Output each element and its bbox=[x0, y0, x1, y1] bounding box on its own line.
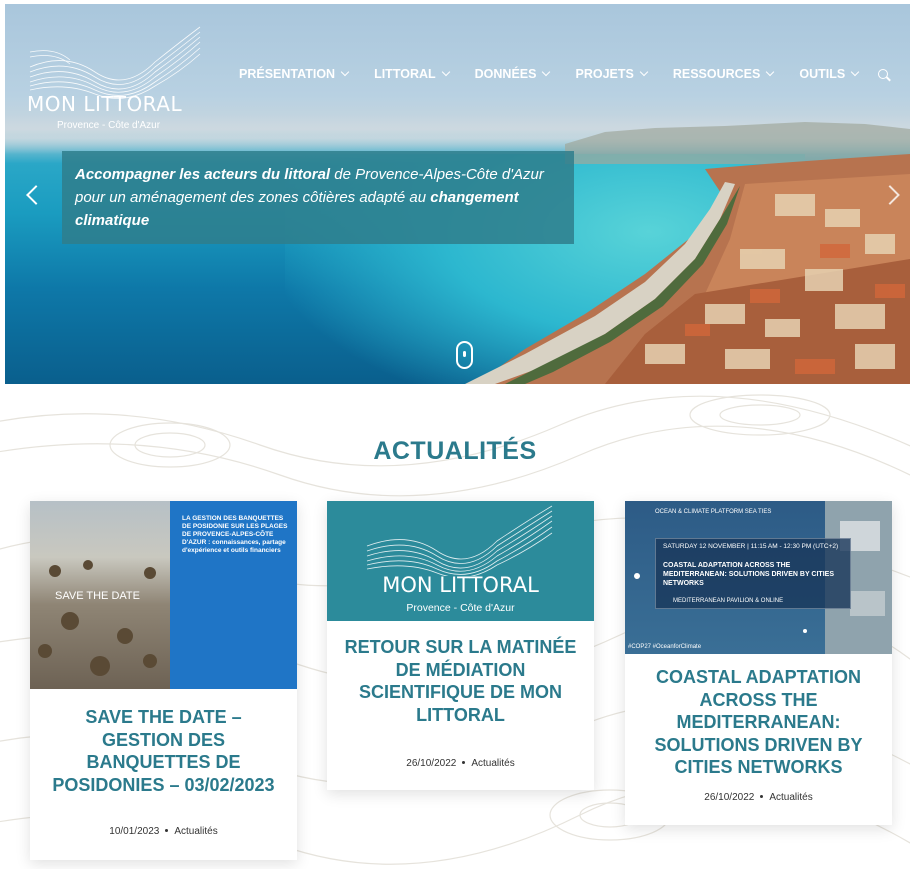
nav-label: DONNÉES bbox=[474, 67, 537, 81]
separator-dot bbox=[462, 761, 466, 764]
card-meta: 26/10/2022 Actualités bbox=[327, 758, 594, 769]
card-date: 26/10/2022 bbox=[704, 792, 755, 803]
news-card[interactable]: OCEAN & CLIMATE PLATFORM SEA TIES SATURD… bbox=[625, 501, 892, 825]
nav-item-presentation[interactable]: PRÉSENTATION bbox=[239, 67, 350, 81]
hero-caption: Accompagner les acteurs du littoral de P… bbox=[62, 151, 574, 244]
nav-label: PRÉSENTATION bbox=[239, 67, 336, 81]
image-date: SATURDAY 12 NOVEMBER | 11:15 AM - 12:30 … bbox=[663, 543, 839, 550]
nav-item-donnees[interactable]: DONNÉES bbox=[474, 67, 551, 81]
image-overlay-text: SAVE THE DATE bbox=[55, 590, 140, 602]
chevron-down-icon bbox=[441, 67, 450, 77]
news-card[interactable]: SAVE THE DATE LA GESTION DES BANQUETTES … bbox=[30, 501, 297, 860]
card-title[interactable]: COASTAL ADAPTATION ACROSS THE MEDITERRAN… bbox=[625, 666, 892, 779]
image-footer: MEDITERRANEAN PAVILION & ONLINE bbox=[673, 598, 784, 604]
nav-item-projets[interactable]: PROJETS bbox=[575, 67, 649, 81]
chevron-down-icon bbox=[766, 67, 775, 77]
separator-dot bbox=[760, 795, 764, 798]
search-icon[interactable] bbox=[878, 69, 888, 79]
nav-label: RESSOURCES bbox=[672, 67, 761, 81]
section-title: ACTUALITÉS bbox=[373, 437, 537, 465]
image-title: MON LITTORAL bbox=[382, 573, 539, 597]
card-category[interactable]: Actualités bbox=[769, 792, 812, 803]
scroll-down-icon[interactable] bbox=[456, 341, 473, 369]
card-category[interactable]: Actualités bbox=[471, 758, 514, 769]
image-headline: COASTAL ADAPTATION ACROSS THE MEDITERRAN… bbox=[663, 562, 834, 587]
separator-dot bbox=[165, 829, 169, 832]
image-tags: #COP27 #OceanforClimate bbox=[628, 644, 702, 650]
image-subtitle: Provence - Côte d'Azur bbox=[406, 602, 515, 614]
caption-bold-1: Accompagner les acteurs du littoral bbox=[75, 166, 331, 183]
card-image[interactable]: OCEAN & CLIMATE PLATFORM SEA TIES SATURD… bbox=[625, 501, 892, 654]
nav-label: LITTORAL bbox=[374, 67, 436, 81]
main-nav: PRÉSENTATION LITTORAL DONNÉES PROJETS RE… bbox=[239, 67, 884, 81]
card-category[interactable]: Actualités bbox=[174, 826, 217, 837]
chevron-down-icon bbox=[340, 67, 350, 77]
poster-text: LA GESTION DES BANQUETTES DE POSIDONIE S… bbox=[182, 515, 288, 554]
hero-banner: MON LITTORAL Provence - Côte d'Azur PRÉS… bbox=[5, 4, 910, 384]
card-title[interactable]: SAVE THE DATE – GESTION DES BANQUETTES D… bbox=[30, 706, 297, 796]
chevron-down-icon bbox=[639, 67, 649, 77]
card-meta: 26/10/2022 Actualités bbox=[625, 792, 892, 803]
card-title[interactable]: RETOUR SUR LA MATINÉE DE MÉDIATION SCIEN… bbox=[327, 636, 594, 726]
nav-item-littoral[interactable]: LITTORAL bbox=[374, 67, 450, 81]
chevron-down-icon bbox=[850, 67, 860, 77]
nav-label: PROJETS bbox=[575, 67, 634, 81]
nav-label: OUTILS bbox=[799, 67, 846, 81]
card-meta: 10/01/2023 Actualités bbox=[30, 826, 297, 837]
news-card[interactable]: MON LITTORAL Provence - Côte d'Azur RETO… bbox=[327, 501, 594, 790]
logo-title: MON LITTORAL bbox=[27, 92, 183, 116]
card-date: 26/10/2022 bbox=[406, 758, 457, 769]
card-image[interactable]: SAVE THE DATE LA GESTION DES BANQUETTES … bbox=[30, 501, 297, 689]
logo-subtitle: Provence - Côte d'Azur bbox=[57, 120, 161, 131]
logo-waves bbox=[366, 505, 553, 576]
image-brand: OCEAN & CLIMATE PLATFORM SEA TIES bbox=[655, 509, 772, 515]
chevron-down-icon bbox=[542, 67, 551, 77]
card-image[interactable]: MON LITTORAL Provence - Côte d'Azur bbox=[327, 501, 594, 621]
nav-item-outils[interactable]: OUTILS bbox=[799, 67, 860, 81]
nav-item-ressources[interactable]: RESSOURCES bbox=[672, 67, 775, 81]
card-date: 10/01/2023 bbox=[109, 826, 160, 837]
